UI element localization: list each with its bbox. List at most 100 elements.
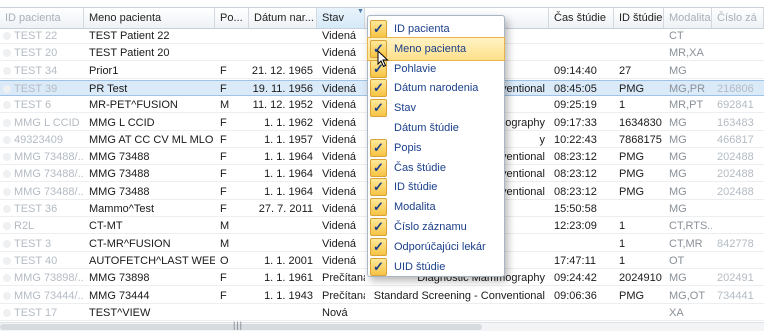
col-header-patient-id[interactable]: ID pacienta [0, 8, 84, 28]
cell-status: Videná [322, 237, 357, 250]
cell-status: Videná [322, 168, 357, 181]
cell-record-number: 202488 [717, 151, 754, 164]
cell-sex: F [220, 272, 227, 285]
cell-patient-id: TEST 36 [14, 203, 58, 215]
cell-sex [215, 45, 249, 61]
cell-patient-name: TEST Patient 22 [89, 30, 170, 42]
cell-study-id: 1 [619, 220, 626, 233]
cell-patient-name: Prior1 [89, 64, 119, 77]
cell-study-time: 09:06:36 [554, 289, 597, 302]
cell-patient-name: TEST^VIEW [89, 306, 151, 319]
cell-record-number: 692841 [717, 99, 754, 112]
menu-item-label: Stav [394, 102, 417, 115]
menu-item-label: Meno pacienta [394, 42, 467, 55]
cell-patient-name: CT-MT [89, 220, 123, 233]
cell-record-number [712, 305, 764, 321]
menu-item-label: Odporúčajúci lekár [394, 240, 486, 253]
cell-patient-id: MMG 73488/... [14, 168, 84, 181]
cell-description: Standard Screening - Conventional [373, 289, 545, 302]
cell-status: Videná [322, 185, 357, 198]
cell-birthdate: 1. 1. 2001 [264, 254, 313, 267]
cell-patient-name: MMG 73488 [89, 185, 150, 198]
table-row[interactable]: TEST 17 TEST^VIEW Nová XA [0, 305, 764, 321]
cell-study-id [614, 28, 664, 44]
menu-item-column-toggle[interactable]: ✓ ID pacienta [368, 18, 504, 40]
checkmark-icon: ✓ [370, 218, 387, 236]
cell-study-id: PMG [619, 82, 645, 95]
cell-record-number: 734441 [717, 289, 754, 302]
cell-birthdate: 1. 1. 1964 [264, 185, 313, 198]
cell-sex: F [220, 133, 227, 146]
cell-patient-name: AUTOFETCH^LAST WEEK [89, 254, 215, 267]
cell-modality: MR,PT [669, 99, 704, 112]
cell-patient-id: TEST 22 [14, 30, 58, 42]
col-header-birthdate[interactable]: Dátum nar... [249, 8, 317, 28]
menu-item-label: Modalita [394, 201, 436, 214]
checkmark-icon: ✓ [370, 138, 387, 157]
col-header-record-number[interactable]: Číslo zá [712, 8, 764, 28]
menu-item-label: Číslo záznamu [394, 221, 467, 233]
cell-birthdate: 27. 7. 2011 [258, 203, 313, 215]
cell-study-id: 1634830 [619, 116, 662, 129]
cell-modality: MG,PR [669, 82, 706, 95]
cell-patient-id: MMG 73444/... [14, 289, 84, 302]
menu-item-column-toggle[interactable]: ✓ Stav [368, 97, 504, 119]
menu-item-column-toggle[interactable]: ✓ Popis [368, 137, 504, 159]
cell-sex: M [220, 220, 230, 233]
col-header-study-id[interactable]: ID štúdie [614, 8, 664, 28]
cell-patient-id: MMG 73898/... [14, 272, 84, 285]
cell-sex: F [220, 289, 227, 302]
cell-record-number [712, 218, 764, 234]
cell-patient-name: MMG L CCID [89, 116, 155, 129]
cell-patient-id: MMG 73488/... [14, 185, 84, 198]
menu-item-column-toggle[interactable]: ✓ UID štúdie [368, 256, 504, 278]
cell-record-number [712, 253, 764, 269]
cell-record-number: 466817 [717, 133, 754, 146]
menu-item-column-toggle[interactable]: Dátum štúdie [368, 117, 504, 139]
cell-status: Videná [322, 220, 357, 233]
cell-sex: F [220, 82, 227, 95]
cell-study-time: 12:23:09 [554, 220, 597, 233]
menu-item-column-toggle[interactable]: ✓ Odporúčajúci lekár [368, 236, 504, 258]
col-header-modality[interactable]: Modalita [664, 8, 712, 28]
cell-patient-id: TEST 20 [14, 47, 58, 60]
col-header-patient-name[interactable]: Meno pacienta [84, 8, 215, 28]
cell-patient-name: Mammo^Test [89, 203, 155, 215]
scrollbar-thumb[interactable]: ||| [0, 320, 482, 330]
cell-record-number: 163483 [717, 116, 754, 129]
menu-item-label: Popis [394, 141, 422, 154]
cell-sex: F [220, 185, 227, 198]
cell-modality: MR,XA [669, 47, 704, 60]
menu-item-column-toggle[interactable]: ✓ Modalita [368, 196, 504, 218]
cell-birthdate [249, 28, 317, 44]
menu-item-column-toggle[interactable]: ✓ Čas štúdie [368, 157, 504, 179]
horizontal-scrollbar[interactable]: ||| [0, 320, 764, 331]
menu-item-label: Čas štúdie [394, 161, 446, 174]
cell-sex: F [220, 116, 227, 129]
cell-sex: O [220, 254, 229, 267]
cell-sex: F [220, 151, 227, 164]
menu-item-label: Pohlavie [394, 62, 437, 75]
cell-study-id: 1 [619, 237, 626, 250]
menu-item-label: Dátum narodenia [394, 82, 479, 95]
menu-item-column-toggle[interactable]: ✓ ID štúdie [368, 176, 504, 198]
cell-patient-name: MMG 73488 [89, 168, 150, 181]
cell-patient-id: TEST 3 [14, 237, 52, 250]
cell-status: Videná [322, 30, 357, 42]
cell-status: Videná [322, 64, 357, 77]
cell-patient-id: TEST 34 [14, 64, 58, 77]
checkmark-icon: ✓ [370, 257, 387, 276]
menu-item-label: UID štúdie [394, 260, 446, 273]
cell-birthdate: 1. 1. 1962 [264, 116, 313, 129]
cell-study-time [549, 28, 614, 44]
menu-item-column-toggle[interactable]: ✓ Dátum narodenia [368, 77, 504, 99]
cell-study-id: 2024910 [619, 272, 662, 285]
cell-birthdate [249, 45, 317, 61]
cell-patient-name: MMG 73444 [89, 289, 150, 302]
table-row[interactable]: MMG 73444/... MMG 73444 F 1. 1. 1943 Prečíta… [0, 288, 764, 304]
col-header-sex[interactable]: Po... [215, 8, 249, 28]
menu-item-column-toggle[interactable]: ✓ Číslo záznamu [368, 216, 504, 238]
col-header-study-time[interactable]: Čas štúdie [549, 8, 614, 28]
cell-record-number: 202491 [717, 272, 754, 285]
checkmark-icon: ✓ [370, 178, 387, 197]
